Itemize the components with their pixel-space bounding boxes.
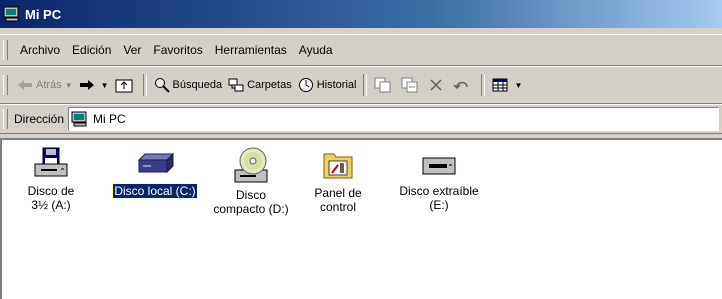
back-arrow-icon	[18, 80, 32, 90]
my-computer-icon	[3, 6, 19, 22]
copy-to-icon	[401, 77, 418, 93]
menu-ver[interactable]: Ver	[117, 43, 147, 57]
toolbar-separator	[363, 74, 368, 96]
drive-floppy-a[interactable]: Disco de 3½ (A:)	[20, 146, 82, 212]
toolbar-separator	[142, 74, 147, 96]
up-folder-button[interactable]	[112, 73, 139, 97]
views-dropdown-icon[interactable]: ▼	[514, 81, 522, 90]
undo-icon	[453, 81, 469, 90]
history-label: Historial	[316, 79, 357, 91]
toolbar-grip[interactable]	[3, 75, 8, 95]
move-to-icon	[374, 77, 391, 93]
move-to-button[interactable]	[371, 73, 398, 97]
history-icon	[298, 78, 313, 92]
menu-grip[interactable]	[3, 40, 8, 60]
search-label: Búsqueda	[172, 79, 223, 91]
window-title: Mi PC	[25, 6, 62, 22]
forward-arrow-icon	[79, 80, 94, 90]
address-bar: Dirección Mi PC	[0, 104, 722, 134]
forward-dropdown-icon[interactable]: ▼	[101, 81, 109, 90]
back-dropdown-icon[interactable]: ▼	[65, 81, 73, 90]
back-label: Atrás	[36, 79, 62, 91]
up-folder-icon	[115, 79, 133, 93]
cd-drive-icon	[234, 147, 268, 183]
file-list-view[interactable]: Disco de 3½ (A:) Disco local (C:) Disco …	[0, 138, 722, 299]
drive-removable-e[interactable]: Disco extraíble (E:)	[390, 146, 488, 212]
hard-disk-icon	[137, 152, 175, 174]
drive-label: Disco extraíble (E:)	[399, 184, 479, 212]
removable-disk-icon	[422, 157, 456, 175]
delete-x-icon	[430, 79, 442, 91]
menu-archivo[interactable]: Archivo	[14, 43, 66, 57]
address-grip[interactable]	[3, 109, 8, 129]
menu-edicion[interactable]: Edición	[66, 43, 117, 57]
my-computer-small-icon	[71, 111, 87, 127]
drive-label: Disco local (C:)	[112, 183, 198, 199]
forward-button[interactable]: ▼	[76, 73, 112, 97]
drive-label: Panel de control	[314, 186, 362, 214]
folders-label: Carpetas	[247, 79, 292, 91]
drive-local-c[interactable]: Disco local (C:)	[102, 146, 208, 199]
address-input[interactable]: Mi PC	[68, 107, 719, 131]
menu-bar: Archivo Edición Ver Favoritos Herramient…	[0, 34, 722, 66]
address-value: Mi PC	[93, 112, 126, 126]
control-panel-icon	[323, 153, 353, 179]
copy-to-button[interactable]	[398, 73, 425, 97]
delete-button[interactable]	[425, 73, 450, 97]
search-button[interactable]: Búsqueda	[151, 73, 226, 97]
title-bar[interactable]: Mi PC	[0, 0, 722, 28]
views-button[interactable]: ▼	[489, 73, 525, 97]
menu-ayuda[interactable]: Ayuda	[293, 43, 339, 57]
floppy-drive-icon	[34, 147, 68, 177]
drive-cd-d[interactable]: Disco compacto (D:)	[208, 146, 294, 216]
folders-icon	[228, 78, 244, 92]
back-button[interactable]: Atrás ▼	[14, 73, 76, 97]
drive-label: Disco de 3½ (A:)	[27, 184, 75, 212]
standard-toolbar: Atrás ▼ ▼ Búsqueda Carpetas Historial ▼	[0, 66, 722, 104]
search-icon	[154, 78, 170, 93]
menu-favoritos[interactable]: Favoritos	[147, 43, 208, 57]
menu-herramientas[interactable]: Herramientas	[209, 43, 293, 57]
drive-label: Disco compacto (D:)	[213, 188, 289, 216]
views-grid-icon	[492, 78, 508, 92]
control-panel[interactable]: Panel de control	[302, 146, 374, 214]
address-label: Dirección	[14, 112, 65, 126]
folders-button[interactable]: Carpetas	[225, 73, 295, 97]
history-button[interactable]: Historial	[295, 73, 360, 97]
toolbar-separator	[481, 74, 486, 96]
undo-button[interactable]	[450, 73, 477, 97]
